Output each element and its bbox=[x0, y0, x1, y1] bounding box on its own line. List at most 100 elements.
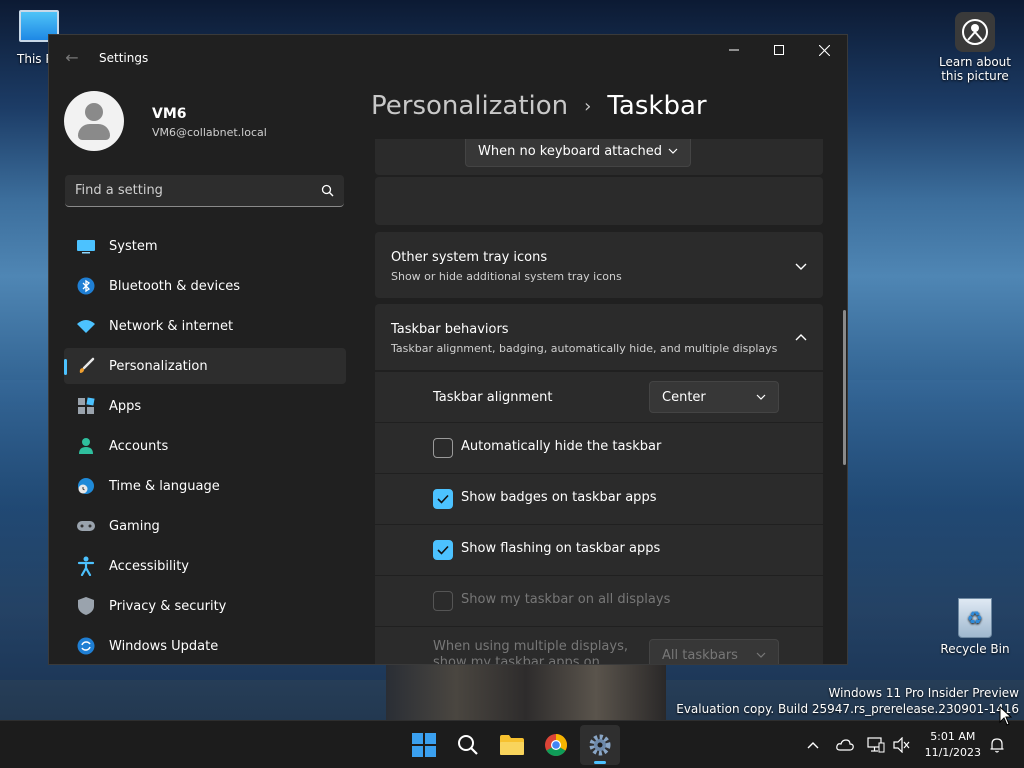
notifications-button[interactable] bbox=[987, 735, 1007, 755]
wallpaper-rock bbox=[386, 664, 666, 724]
sidebar-item-system[interactable]: System bbox=[64, 228, 346, 264]
network-button[interactable] bbox=[866, 735, 886, 755]
touch-keyboard-card: When no keyboard attached bbox=[375, 139, 823, 175]
maximize-button[interactable] bbox=[756, 35, 802, 65]
user-profile[interactable]: VM6 VM6@collabnet.local bbox=[64, 91, 267, 151]
search-button[interactable] bbox=[448, 725, 488, 765]
sidebar-item-label: Personalization bbox=[109, 358, 208, 374]
mouse-cursor-icon bbox=[999, 706, 1013, 726]
avatar bbox=[64, 91, 124, 151]
show-hidden-icons-button[interactable] bbox=[803, 735, 823, 755]
search-icon bbox=[321, 184, 334, 197]
accounts-icon bbox=[76, 436, 96, 456]
sidebar-item-gaming[interactable]: Gaming bbox=[64, 508, 346, 544]
checkmark-icon bbox=[437, 494, 449, 504]
behaviors-subtitle: Taskbar alignment, badging, automaticall… bbox=[391, 342, 778, 355]
accessibility-icon bbox=[76, 556, 96, 576]
multi-display-dropdown: All taskbars bbox=[649, 639, 779, 664]
sidebar-item-accounts[interactable]: Accounts bbox=[64, 428, 346, 464]
chevron-down-icon bbox=[756, 394, 766, 400]
chevron-down-icon bbox=[668, 148, 678, 154]
chevron-down-icon bbox=[795, 263, 807, 270]
behaviors-title: Taskbar behaviors bbox=[391, 322, 509, 337]
sidebar-item-label: Time & language bbox=[109, 478, 220, 494]
flashing-row[interactable]: Show flashing on taskbar apps bbox=[375, 525, 823, 575]
network-icon bbox=[867, 737, 885, 753]
maximize-icon bbox=[774, 45, 784, 55]
taskbar: 5:01 AM 11/1/2023 bbox=[0, 720, 1024, 768]
globe-clock-icon bbox=[76, 476, 96, 496]
clock[interactable]: 5:01 AM 11/1/2023 bbox=[925, 729, 981, 761]
sidebar-item-label: Bluetooth & devices bbox=[109, 278, 240, 294]
camera-icon bbox=[955, 12, 995, 52]
flashing-checkbox[interactable] bbox=[433, 540, 453, 560]
learn-label-line2: this picture bbox=[941, 69, 1009, 83]
desktop-icon-learn-about-picture[interactable]: Learn about this picture bbox=[934, 12, 1016, 83]
sidebar-item-privacy-security[interactable]: Privacy & security bbox=[64, 588, 346, 624]
start-button[interactable] bbox=[404, 725, 444, 765]
auto-hide-row[interactable]: Automatically hide the taskbar bbox=[375, 423, 823, 473]
file-explorer-button[interactable] bbox=[492, 725, 532, 765]
settings-taskbar-button[interactable] bbox=[580, 725, 620, 765]
clock-date: 11/1/2023 bbox=[924, 746, 981, 759]
cloud-icon bbox=[836, 739, 854, 751]
sidebar-item-label: Windows Update bbox=[109, 638, 219, 654]
desktop-icon-recycle-bin[interactable]: ♻ Recycle Bin bbox=[940, 598, 1010, 656]
sidebar-item-label: System bbox=[109, 238, 158, 254]
alignment-dropdown[interactable]: Center bbox=[649, 381, 779, 413]
all-displays-checkbox bbox=[433, 591, 453, 611]
sidebar-item-time-language[interactable]: Time & language bbox=[64, 468, 346, 504]
other-tray-title: Other system tray icons bbox=[391, 250, 548, 265]
alignment-label: Taskbar alignment bbox=[433, 390, 553, 405]
chevron-down-icon bbox=[756, 652, 766, 658]
recycle-bin-icon: ♻ bbox=[958, 598, 992, 638]
auto-hide-label: Automatically hide the taskbar bbox=[461, 439, 662, 454]
brush-icon bbox=[76, 356, 96, 376]
sidebar-item-personalization[interactable]: Personalization bbox=[64, 348, 346, 384]
other-tray-subtitle: Show or hide additional system tray icon… bbox=[391, 270, 622, 283]
settings-window: ← Settings VM6 VM6@collabnet.local Find … bbox=[48, 34, 848, 665]
close-button[interactable] bbox=[801, 35, 847, 65]
gear-icon bbox=[589, 734, 611, 756]
sidebar-item-label: Apps bbox=[109, 398, 142, 414]
badges-row[interactable]: Show badges on taskbar apps bbox=[375, 474, 823, 524]
breadcrumb-parent[interactable]: Personalization bbox=[371, 91, 568, 121]
watermark-line1: Windows 11 Pro Insider Preview bbox=[828, 686, 1019, 700]
badges-checkbox[interactable] bbox=[433, 489, 453, 509]
user-name: VM6 bbox=[152, 106, 187, 122]
back-arrow-icon[interactable]: ← bbox=[61, 47, 83, 69]
sidebar-item-label: Network & internet bbox=[109, 318, 234, 334]
multi-display-label-line1: When using multiple displays, bbox=[433, 639, 628, 654]
auto-hide-checkbox[interactable] bbox=[433, 438, 453, 458]
recycle-bin-label: Recycle Bin bbox=[940, 642, 1010, 656]
sidebar-item-accessibility[interactable]: Accessibility bbox=[64, 548, 346, 584]
user-email: VM6@collabnet.local bbox=[152, 126, 267, 139]
chrome-button[interactable] bbox=[536, 725, 576, 765]
sidebar-item-network[interactable]: Network & internet bbox=[64, 308, 346, 344]
volume-button[interactable] bbox=[892, 735, 912, 755]
sidebar-item-label: Accessibility bbox=[109, 558, 189, 574]
other-tray-icons-card[interactable]: Other system tray icons Show or hide add… bbox=[375, 232, 823, 298]
keyboard-dropdown[interactable]: When no keyboard attached bbox=[465, 139, 691, 167]
bell-icon bbox=[990, 738, 1004, 753]
clock-time: 5:01 AM bbox=[930, 730, 976, 743]
apps-icon bbox=[76, 396, 96, 416]
close-icon bbox=[818, 44, 830, 56]
windows-logo-icon bbox=[412, 733, 436, 757]
multi-display-row: When using multiple displays, show my ta… bbox=[375, 627, 823, 665]
onedrive-button[interactable] bbox=[835, 735, 855, 755]
title-bar[interactable]: ← Settings bbox=[49, 35, 847, 81]
settings-content: When no keyboard attached Other system t… bbox=[375, 139, 823, 665]
keyboard-dropdown-value: When no keyboard attached bbox=[478, 143, 662, 159]
minimize-button[interactable] bbox=[711, 35, 757, 65]
multi-display-label-line2: show my taskbar apps on bbox=[433, 655, 600, 665]
search-input[interactable]: Find a setting bbox=[65, 175, 344, 207]
sidebar-item-windows-update[interactable]: Windows Update bbox=[64, 628, 346, 664]
taskbar-behaviors-card[interactable]: Taskbar behaviors Taskbar alignment, bad… bbox=[375, 304, 823, 370]
chrome-icon bbox=[545, 734, 567, 756]
page-title: Taskbar bbox=[607, 91, 707, 121]
content-scrollbar[interactable] bbox=[843, 310, 846, 465]
sidebar-item-bluetooth[interactable]: Bluetooth & devices bbox=[64, 268, 346, 304]
badges-label: Show badges on taskbar apps bbox=[461, 490, 657, 505]
sidebar-item-apps[interactable]: Apps bbox=[64, 388, 346, 424]
